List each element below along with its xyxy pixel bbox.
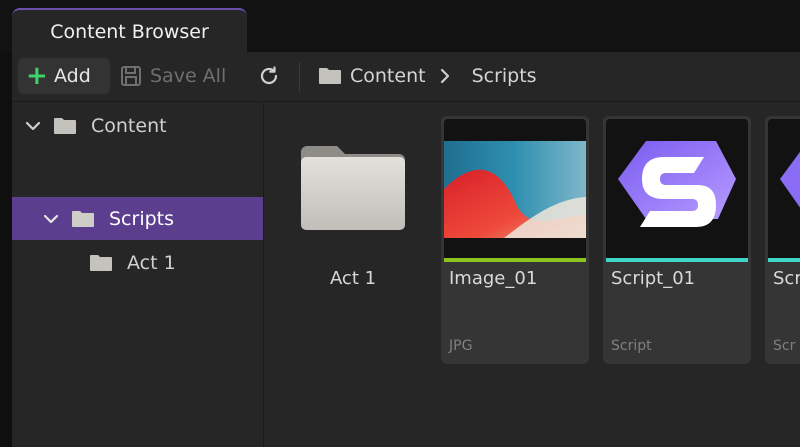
folder-tree: Content Scripts Act 1 — [12, 103, 264, 447]
folder-icon — [89, 254, 113, 272]
chevron-down-icon[interactable] — [41, 214, 61, 224]
folder-icon — [71, 210, 95, 228]
image-thumbnail — [444, 119, 586, 258]
script-logo-icon — [618, 141, 736, 227]
asset-script-02[interactable]: Scr Scr — [765, 116, 800, 364]
script-logo-icon — [780, 151, 800, 208]
type-color-bar — [606, 258, 748, 262]
save-all-button[interactable]: Save All — [120, 58, 226, 94]
asset-grid: Act 1 Image_01 JPG Script_01 Script Scr … — [265, 103, 800, 447]
save-all-label: Save All — [150, 65, 227, 87]
folder-icon — [301, 146, 405, 230]
toolbar-divider — [299, 62, 300, 92]
script-thumbnail — [606, 119, 748, 258]
content-browser-panel: + Add Save All Content Scripts Content S… — [12, 52, 800, 447]
asset-name: Scr — [773, 268, 800, 289]
chevron-right-icon — [440, 68, 458, 84]
breadcrumb-item-scripts[interactable]: Scripts — [472, 65, 537, 87]
refresh-icon — [260, 66, 278, 85]
script-thumbnail — [768, 119, 800, 258]
breadcrumb-item-content[interactable]: Content — [350, 65, 426, 87]
add-button[interactable]: + Add — [18, 58, 110, 94]
plus-icon: + — [26, 61, 48, 91]
tree-item-label: Content — [91, 114, 167, 137]
asset-type: JPG — [449, 338, 473, 354]
breadcrumb: Content Scripts — [318, 58, 537, 94]
asset-name: Script_01 — [611, 268, 696, 289]
chevron-down-icon[interactable] — [23, 121, 43, 131]
add-button-label: Add — [54, 65, 91, 87]
asset-name: Image_01 — [449, 268, 538, 289]
asset-image-01[interactable]: Image_01 JPG — [441, 116, 589, 364]
tree-item-label: Scripts — [109, 207, 175, 230]
tree-item-scripts[interactable]: Scripts — [12, 197, 263, 240]
asset-name: Act 1 — [329, 268, 377, 289]
save-icon — [121, 66, 141, 86]
refresh-button[interactable] — [256, 58, 282, 94]
folder-icon — [53, 117, 77, 135]
tree-item-act-1[interactable]: Act 1 — [12, 241, 263, 284]
tree-item-content[interactable]: Content — [12, 104, 263, 147]
type-color-bar — [768, 258, 800, 262]
asset-type: Scr — [773, 338, 796, 354]
asset-folder-act-1[interactable]: Act 1 — [287, 116, 419, 364]
type-color-bar — [444, 258, 586, 262]
asset-script-01[interactable]: Script_01 Script — [603, 116, 751, 364]
tab-content-browser[interactable]: Content Browser — [12, 8, 247, 54]
tab-bar: Content Browser — [0, 0, 800, 54]
asset-type: Script — [611, 338, 652, 354]
toolbar: + Add Save All Content Scripts — [12, 52, 800, 102]
tree-item-label: Act 1 — [127, 251, 176, 274]
folder-icon — [319, 68, 341, 84]
